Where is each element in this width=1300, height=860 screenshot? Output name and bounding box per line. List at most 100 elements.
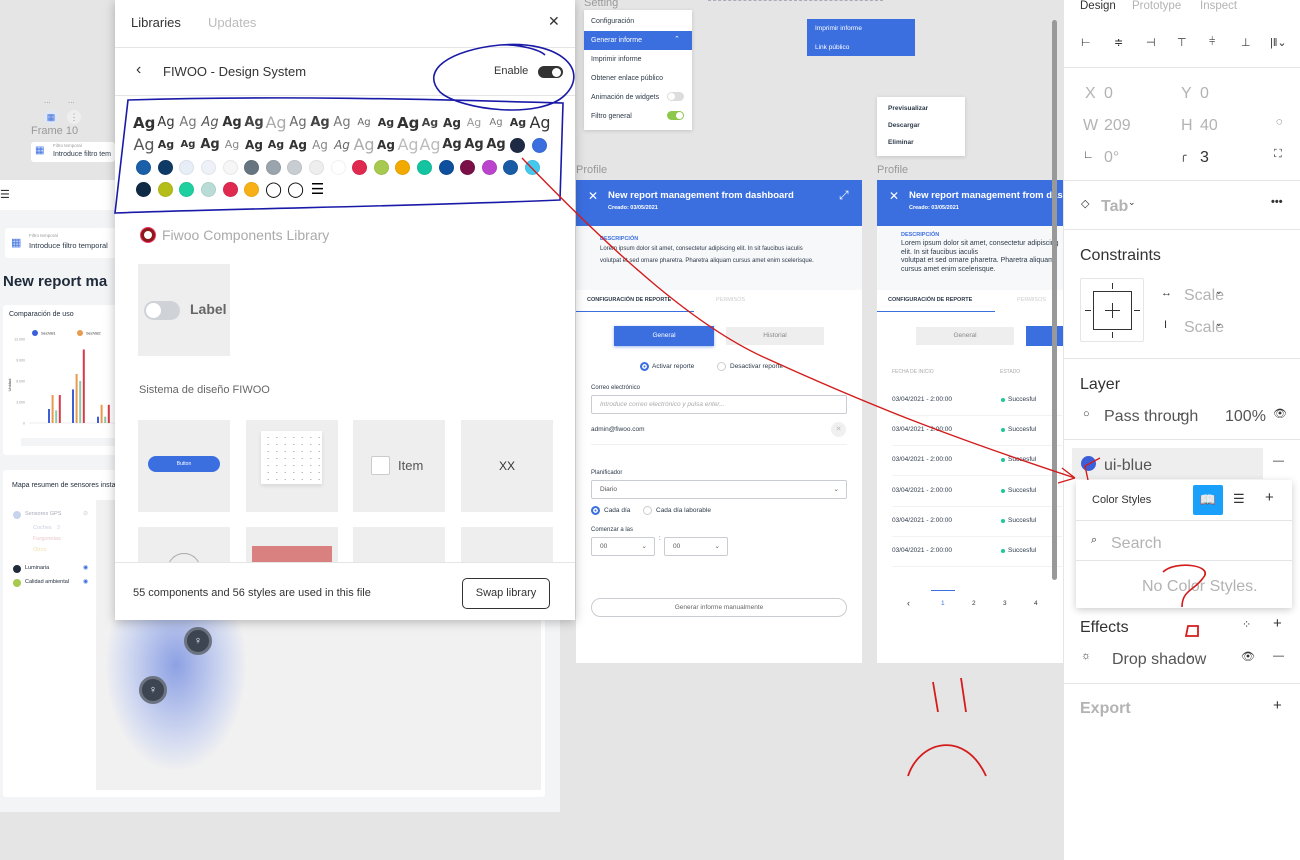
text-style-sample[interactable]: Ag [243, 134, 265, 156]
constrain-proportions-icon[interactable]: ◌ [1276, 116, 1283, 128]
chevron-down-icon[interactable]: ⌄ [1128, 197, 1136, 208]
align-bottom-icon[interactable]: ⊥ [1241, 36, 1251, 49]
distribute-icon[interactable]: |‖⌄ [1270, 36, 1287, 49]
tab-permisos[interactable]: PERMISOS [716, 297, 745, 303]
text-style-sample[interactable]: Ag [485, 112, 507, 134]
page-button[interactable]: 2 [972, 600, 976, 607]
align-center-v-icon[interactable]: ⫩ [1209, 36, 1215, 49]
email-input[interactable]: Introduce correo electrónico y pulsa ent… [591, 395, 847, 414]
calendar-icon[interactable]: ▦ [44, 110, 58, 124]
effect-styles-icon[interactable]: ⁘ [1242, 618, 1251, 631]
chevron-down-icon[interactable]: ⌄ [1215, 286, 1223, 297]
eye-icon[interactable]: 👁 [1273, 407, 1287, 420]
color-style-swatch[interactable] [524, 159, 540, 175]
menu-item-obtener-enlace[interactable]: Obtener enlace público [591, 75, 663, 82]
chevron-down-icon[interactable]: ⌄ [1186, 650, 1194, 661]
text-style-sample[interactable]: Ag [397, 134, 419, 156]
color-style-swatch[interactable] [330, 159, 346, 175]
grid-style-icon[interactable]: ☰ [307, 178, 329, 200]
eye-icon[interactable]: ◉ [83, 564, 88, 571]
text-style-sample[interactable]: Ag [133, 134, 155, 156]
historial-button[interactable]: Historial [726, 327, 824, 345]
color-style-swatch[interactable] [179, 181, 195, 197]
text-style-sample[interactable]: Ag [441, 112, 463, 134]
toggle-component-tile[interactable]: Label [138, 264, 230, 356]
legend-gps-hidden-icon[interactable]: ⊘ [83, 510, 88, 517]
color-style-swatch[interactable] [481, 159, 497, 175]
color-style-swatch[interactable] [352, 159, 368, 175]
eye-icon[interactable]: ◉ [83, 578, 88, 585]
color-style-swatch[interactable] [179, 159, 195, 175]
text-style-sample[interactable]: Ag [177, 134, 199, 156]
filtro-toggle[interactable] [667, 111, 684, 120]
more-options-icon[interactable]: ••• [1271, 196, 1283, 208]
minute-select[interactable]: 00 ⌄ [664, 537, 728, 556]
text-style-sample[interactable]: Ag [133, 112, 155, 134]
y-input[interactable]: 0 [1200, 85, 1209, 103]
historial-button[interactable] [1026, 326, 1063, 346]
general-button[interactable]: General [916, 327, 1014, 345]
general-button[interactable]: General [614, 326, 714, 346]
text-style-sample[interactable]: Ag [199, 112, 221, 134]
color-style-swatch[interactable] [222, 181, 238, 197]
component-name[interactable]: Tab [1101, 198, 1128, 216]
cada-dia-laborable-radio[interactable] [643, 506, 652, 515]
color-style-swatch[interactable] [395, 159, 411, 175]
align-top-icon[interactable]: ⊤ [1177, 36, 1187, 49]
expand-icon[interactable]: ⤢ [839, 188, 849, 203]
activar-radio[interactable] [640, 362, 649, 371]
page-button[interactable]: 1 [941, 600, 945, 607]
color-style-swatch[interactable] [460, 159, 476, 175]
text-component-tile[interactable]: XX [461, 420, 553, 512]
text-style-sample[interactable]: Ag [221, 112, 243, 134]
table-row[interactable]: 03/04/2021 - 2:00:00 Succesful [892, 547, 1062, 567]
color-style-swatch[interactable] [287, 159, 303, 175]
legend-furgonetas[interactable]: Furgonetas [33, 536, 61, 542]
animacion-toggle[interactable] [667, 92, 684, 101]
text-style-sample[interactable]: Ag [419, 112, 441, 134]
text-style-sample[interactable]: Ag [287, 134, 309, 156]
rotation-input[interactable]: 0° [1104, 149, 1119, 167]
color-style-swatch[interactable] [309, 159, 325, 175]
table-row[interactable]: 03/04/2021 - 2:00:00 Succesful [892, 487, 1062, 507]
opacity-input[interactable]: 100% [1225, 408, 1266, 426]
h-input[interactable]: 40 [1200, 117, 1218, 135]
eye-icon[interactable]: 👁 [1241, 650, 1255, 663]
text-style-sample[interactable]: Ag [375, 134, 397, 156]
remove-effect-icon[interactable]: — [1273, 650, 1284, 662]
table-row[interactable]: 03/04/2021 - 2:00:00 Succesful [892, 426, 1062, 446]
legend-calidad[interactable]: Calidad ambiental [25, 579, 69, 585]
w-input[interactable]: 209 [1104, 117, 1131, 135]
fill-swatch[interactable] [1081, 456, 1096, 471]
close-icon[interactable]: ✕ [889, 189, 899, 203]
tab-prototype[interactable]: Prototype [1132, 0, 1181, 12]
text-style-sample[interactable]: Ag [485, 134, 507, 156]
color-style-swatch[interactable] [244, 181, 260, 197]
text-style-sample[interactable]: Ag [463, 112, 485, 134]
table-row[interactable]: 03/04/2021 - 2:00:00 Succesful [892, 396, 1062, 416]
enable-toggle[interactable] [538, 66, 563, 78]
chevron-down-icon[interactable]: ⌄ [1177, 407, 1185, 418]
effect-style-icon[interactable]: ◯ [263, 178, 285, 200]
text-style-sample[interactable]: Ag [265, 112, 287, 134]
tab-inspect[interactable]: Inspect [1200, 0, 1237, 12]
align-right-icon[interactable]: ⊣ [1146, 36, 1156, 49]
effect-style-icon[interactable]: ◯ [285, 178, 307, 200]
text-style-sample[interactable]: Ag [199, 134, 221, 156]
hour-select[interactable]: 00 ⌄ [591, 537, 655, 556]
planner-select[interactable]: Diario ⌄ [591, 480, 847, 499]
color-style-swatch[interactable] [201, 181, 217, 197]
x-input[interactable]: 0 [1104, 85, 1113, 103]
text-style-sample[interactable]: Ag [243, 112, 265, 134]
align-left-icon[interactable]: ⊢ [1081, 36, 1091, 49]
close-icon[interactable]: ✕ [588, 189, 598, 203]
list-view-icon[interactable]: ☰ [1233, 491, 1245, 507]
text-style-sample[interactable]: Ag [155, 134, 177, 156]
color-style-swatch[interactable] [136, 181, 152, 197]
calendar-component-tile[interactable] [246, 420, 338, 512]
canvas-scrollbar[interactable] [1052, 20, 1057, 580]
color-style-swatch[interactable] [373, 159, 389, 175]
add-effect-icon[interactable]: + [1273, 615, 1282, 632]
color-style-swatch[interactable] [510, 137, 526, 153]
more-vertical-icon[interactable]: ⋮ [67, 110, 81, 124]
